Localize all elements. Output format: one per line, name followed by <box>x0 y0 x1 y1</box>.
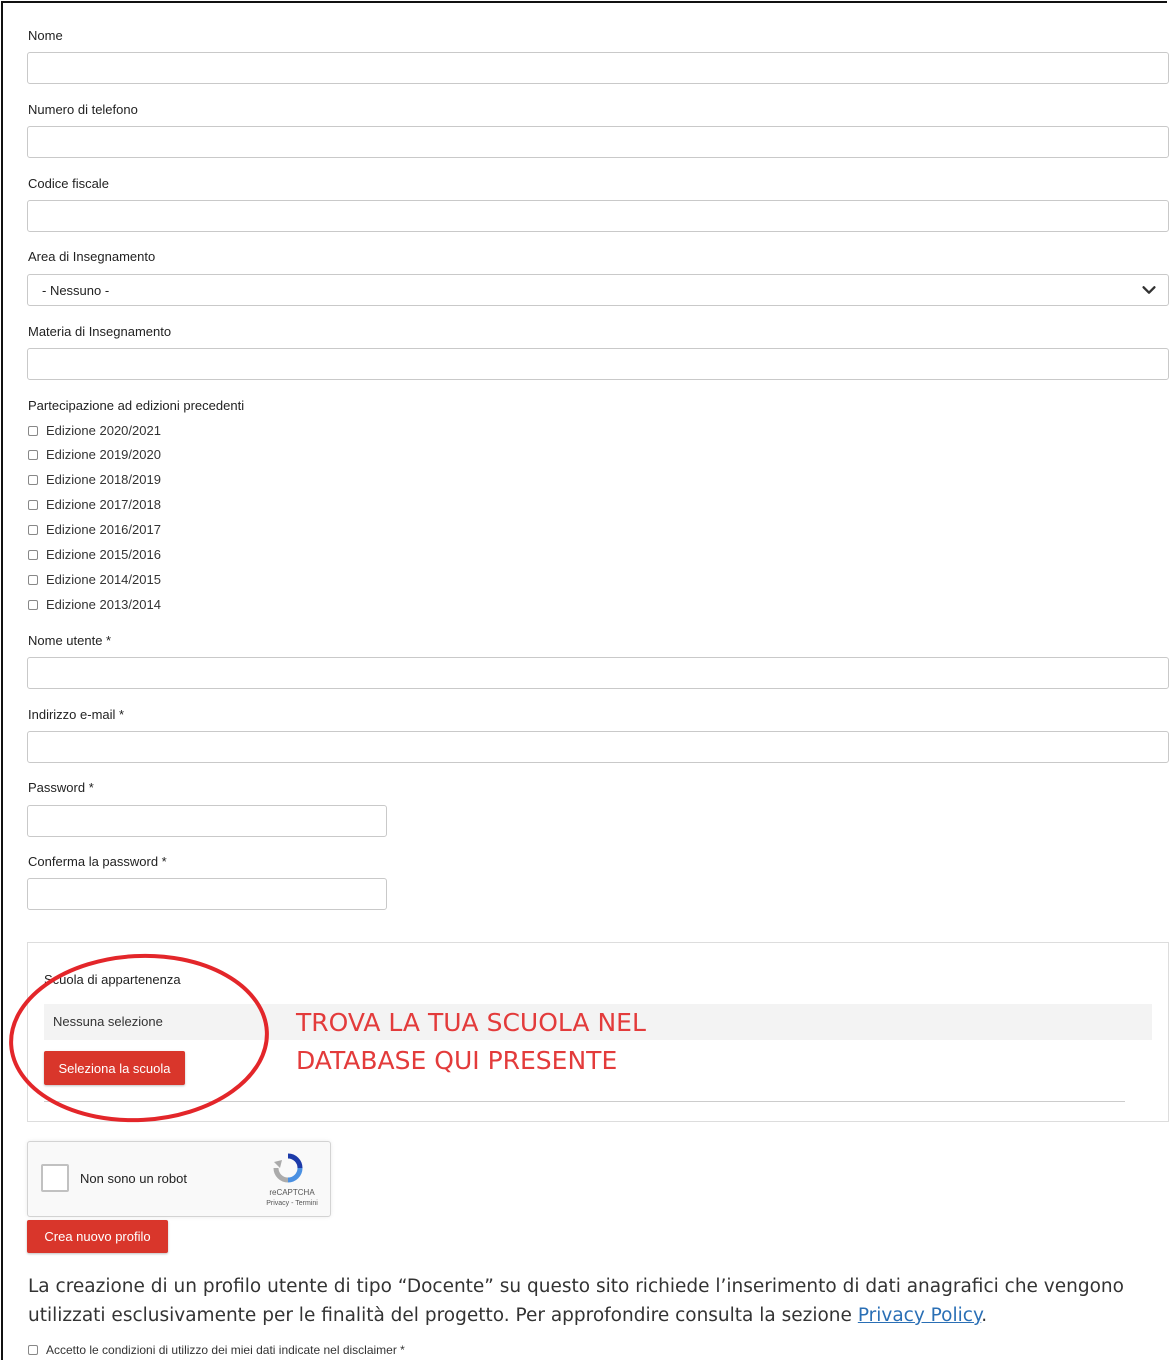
edizione-label: Edizione 2015/2016 <box>46 547 161 562</box>
password-input[interactable] <box>27 805 387 837</box>
edizione-checkbox-2018[interactable]: Edizione 2018/2019 <box>28 472 161 487</box>
confirm-password-input[interactable] <box>27 878 387 910</box>
recaptcha-links[interactable]: Privacy - Termini <box>264 1200 320 1207</box>
area-label: Area di Insegnamento <box>28 249 156 264</box>
edizione-checkbox-2019[interactable]: Edizione 2019/2020 <box>28 447 161 462</box>
email-input[interactable] <box>27 731 1169 763</box>
edizione-label: Edizione 2017/2018 <box>46 497 161 512</box>
recaptcha-logo-icon <box>273 1153 303 1183</box>
telefono-label: Numero di telefono <box>28 102 138 117</box>
checkbox[interactable] <box>28 499 38 510</box>
create-profile-button[interactable]: Crea nuovo profilo <box>27 1220 168 1253</box>
area-select[interactable]: - Nessuno - <box>27 274 1169 306</box>
checkbox[interactable] <box>28 574 38 585</box>
codice-fiscale-input[interactable] <box>27 200 1169 232</box>
edizione-label: Edizione 2016/2017 <box>46 522 161 537</box>
telefono-input[interactable] <box>27 126 1169 158</box>
annotation-line2: DATABASE QUI PRESENTE <box>296 1046 618 1075</box>
materia-label: Materia di Insegnamento <box>28 324 172 339</box>
annotation-circle <box>9 953 269 1123</box>
area-select-value: - Nessuno - <box>42 282 110 298</box>
edizione-label: Edizione 2013/2014 <box>46 597 161 612</box>
edizione-label: Edizione 2014/2015 <box>46 572 161 587</box>
confirm-password-label: Conferma la password * <box>28 854 167 869</box>
partecipazione-label: Partecipazione ad edizioni precedenti <box>28 398 245 413</box>
annotation-line1: TROVA LA TUA SCUOLA NEL <box>296 1008 646 1037</box>
materia-input[interactable] <box>27 348 1169 380</box>
disclaimer-paragraph: La creazione di un profilo utente di tip… <box>28 1272 1148 1330</box>
accept-conditions-checkbox[interactable]: Accetto le condizioni di utilizzo dei mi… <box>28 1343 405 1357</box>
username-input[interactable] <box>27 657 1169 689</box>
recaptcha-widget: Non sono un robot reCAPTCHA Privacy - Te… <box>27 1141 331 1217</box>
edizione-checkbox-2015[interactable]: Edizione 2015/2016 <box>28 547 161 562</box>
nome-label: Nome <box>28 28 63 43</box>
recaptcha-checkbox[interactable] <box>41 1164 69 1192</box>
checkbox[interactable] <box>28 1345 38 1355</box>
password-label: Password * <box>28 780 94 795</box>
edizione-checkbox-2014[interactable]: Edizione 2014/2015 <box>28 572 161 587</box>
chevron-down-icon <box>1142 286 1156 294</box>
edizione-checkbox-2016[interactable]: Edizione 2016/2017 <box>28 522 161 537</box>
checkbox[interactable] <box>28 449 38 460</box>
accept-conditions-label: Accetto le condizioni di utilizzo dei mi… <box>46 1343 405 1357</box>
edizione-label: Edizione 2020/2021 <box>46 423 161 438</box>
privacy-policy-link[interactable]: Privacy Policy <box>858 1305 981 1326</box>
edizione-checkbox-2017[interactable]: Edizione 2017/2018 <box>28 497 161 512</box>
checkbox[interactable] <box>28 599 38 610</box>
email-label: Indirizzo e-mail * <box>28 707 125 722</box>
codice-fiscale-label: Codice fiscale <box>28 176 109 191</box>
checkbox[interactable] <box>28 549 38 560</box>
nome-input[interactable] <box>27 52 1169 84</box>
edizione-checkbox-2020[interactable]: Edizione 2020/2021 <box>28 423 161 438</box>
checkbox[interactable] <box>28 474 38 485</box>
checkbox[interactable] <box>28 524 38 535</box>
edizione-label: Edizione 2018/2019 <box>46 472 161 487</box>
recaptcha-label: Non sono un robot <box>80 1171 187 1186</box>
edizione-checkbox-2013[interactable]: Edizione 2013/2014 <box>28 597 161 612</box>
username-label: Nome utente * <box>28 633 112 648</box>
recaptcha-brand: reCAPTCHA <box>269 1188 315 1197</box>
edizione-label: Edizione 2019/2020 <box>46 447 161 462</box>
checkbox[interactable] <box>28 425 38 436</box>
disclaimer-text-end: . <box>981 1305 988 1326</box>
